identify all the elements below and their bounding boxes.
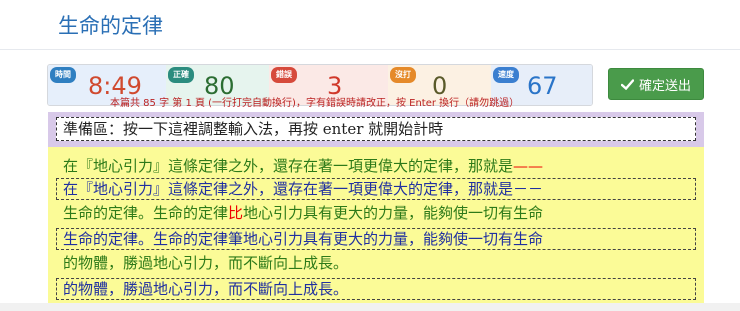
page-title: 生命的定律 [58,14,163,38]
stat-label-correct: 正確 [168,67,194,83]
source-error-char: 比 [228,204,244,222]
stat-label-speed: 速度 [493,67,519,83]
submit-label: 確定送出 [638,78,691,94]
stat-label-error: 錯誤 [271,67,297,83]
typing-area: 在『地心引力』這條定律之外，還存在著一項更偉大的定律，那就是—— 在『地心引力』… [48,147,704,304]
page-header: 生命的定律 [0,0,740,50]
source-text: 生命的定律。生命的定律 [63,204,229,222]
prep-area: 準備區：按一下這裡調整輸入法，再按 enter 就開始計時 [48,112,704,147]
input-line-2[interactable]: 生命的定律。生命的定律筆地心引力具有更大的力量，能夠使一切有生命 [56,228,696,250]
stat-value-correct: 80 [204,72,235,100]
stat-value-time: 8:49 [88,72,142,100]
source-line-3: 的物體，勝過地心引力，而不斷向上成長。 [63,253,348,273]
submit-button[interactable]: 確定送出 [608,68,704,100]
input-line-3[interactable]: 的物體，勝過地心引力，而不斷向上成長。 [56,278,696,300]
page-footer-strip [0,303,740,311]
stat-value-missed: 0 [432,72,448,100]
source-line-1: 在『地心引力』這條定律之外，還存在著一項更偉大的定律，那就是—— [63,156,543,176]
stat-value-speed: 67 [527,72,558,100]
prep-input[interactable]: 準備區：按一下這裡調整輸入法，再按 enter 就開始計時 [56,117,696,141]
stat-label-missed: 沒打 [390,67,416,83]
source-line-2: 生命的定律。生命的定律比地心引力具有更大的力量，能夠使一切有生命 [63,203,543,223]
source-text: 在『地心引力』這條定律之外，還存在著一項更偉大的定律，那就是 [63,157,514,175]
input-line-1[interactable]: 在『地心引力』這條定律之外，還存在著一項更偉大的定律，那就是－－ [56,178,696,200]
source-text: 地心引力具有更大的力量，能夠使一切有生命 [243,204,544,222]
page-gutter [704,147,740,304]
check-icon [620,78,634,90]
stat-label-time: 時間 [50,67,76,83]
source-text: 的物體，勝過地心引力，而不斷向上成長。 [63,254,349,272]
source-text: —— [513,157,544,175]
stat-value-error: 3 [327,72,343,100]
instruction-hint: 本篇共 85 字 第 1 頁 (一行打完自動換行)，字有錯誤時請改正，按 Ent… [110,98,520,109]
